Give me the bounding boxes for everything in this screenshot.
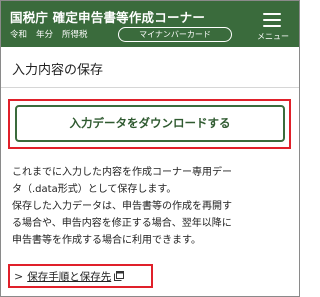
save-procedure-link[interactable]: > 保存手順と保存先 [14, 268, 125, 284]
external-link-icon [114, 271, 125, 281]
description-line: これまでに入力した内容を作成コーナー専用デー [12, 167, 232, 178]
description-line: タ（.data形式）として保存します。 [12, 184, 177, 195]
app-title: 国税庁 確定申告書等作成コーナー [10, 10, 206, 25]
hamburger-menu-icon [263, 13, 281, 27]
page-title: 入力内容の保存 [12, 63, 104, 78]
tax-year-line: 令和 年分 所得税 [10, 28, 97, 40]
save-procedure-link-label[interactable]: 保存手順と保存先 [27, 269, 111, 284]
chevron-right-icon: > [14, 269, 24, 283]
app-header: 国税庁 確定申告書等作成コーナー 令和 年分 所得税 マイナンバーカード メニュ… [1, 1, 299, 47]
divider [1, 87, 299, 88]
description-line: 申告書等を作成する場合に利用できます。 [12, 235, 201, 246]
description: これまでに入力した内容を作成コーナー専用デー タ（.data形式）として保存しま… [12, 164, 294, 249]
era-label: 令和 [10, 30, 28, 40]
menu-button[interactable]: メニュー [253, 10, 293, 44]
tax-type-label: 所得税 [62, 30, 88, 40]
download-data-button[interactable]: 入力データをダウンロードする [15, 105, 285, 142]
mynumber-card-button[interactable]: マイナンバーカード [118, 27, 232, 42]
description-line: る場合や、申告内容を修正する場合、翌年以降に [12, 218, 232, 229]
description-line: 保存した入力データは、申告書等の作成を再開す [12, 201, 232, 212]
year-label: 年分 [36, 30, 54, 40]
menu-label: メニュー [257, 32, 289, 41]
page-frame: 国税庁 確定申告書等作成コーナー 令和 年分 所得税 マイナンバーカード メニュ… [0, 0, 300, 297]
